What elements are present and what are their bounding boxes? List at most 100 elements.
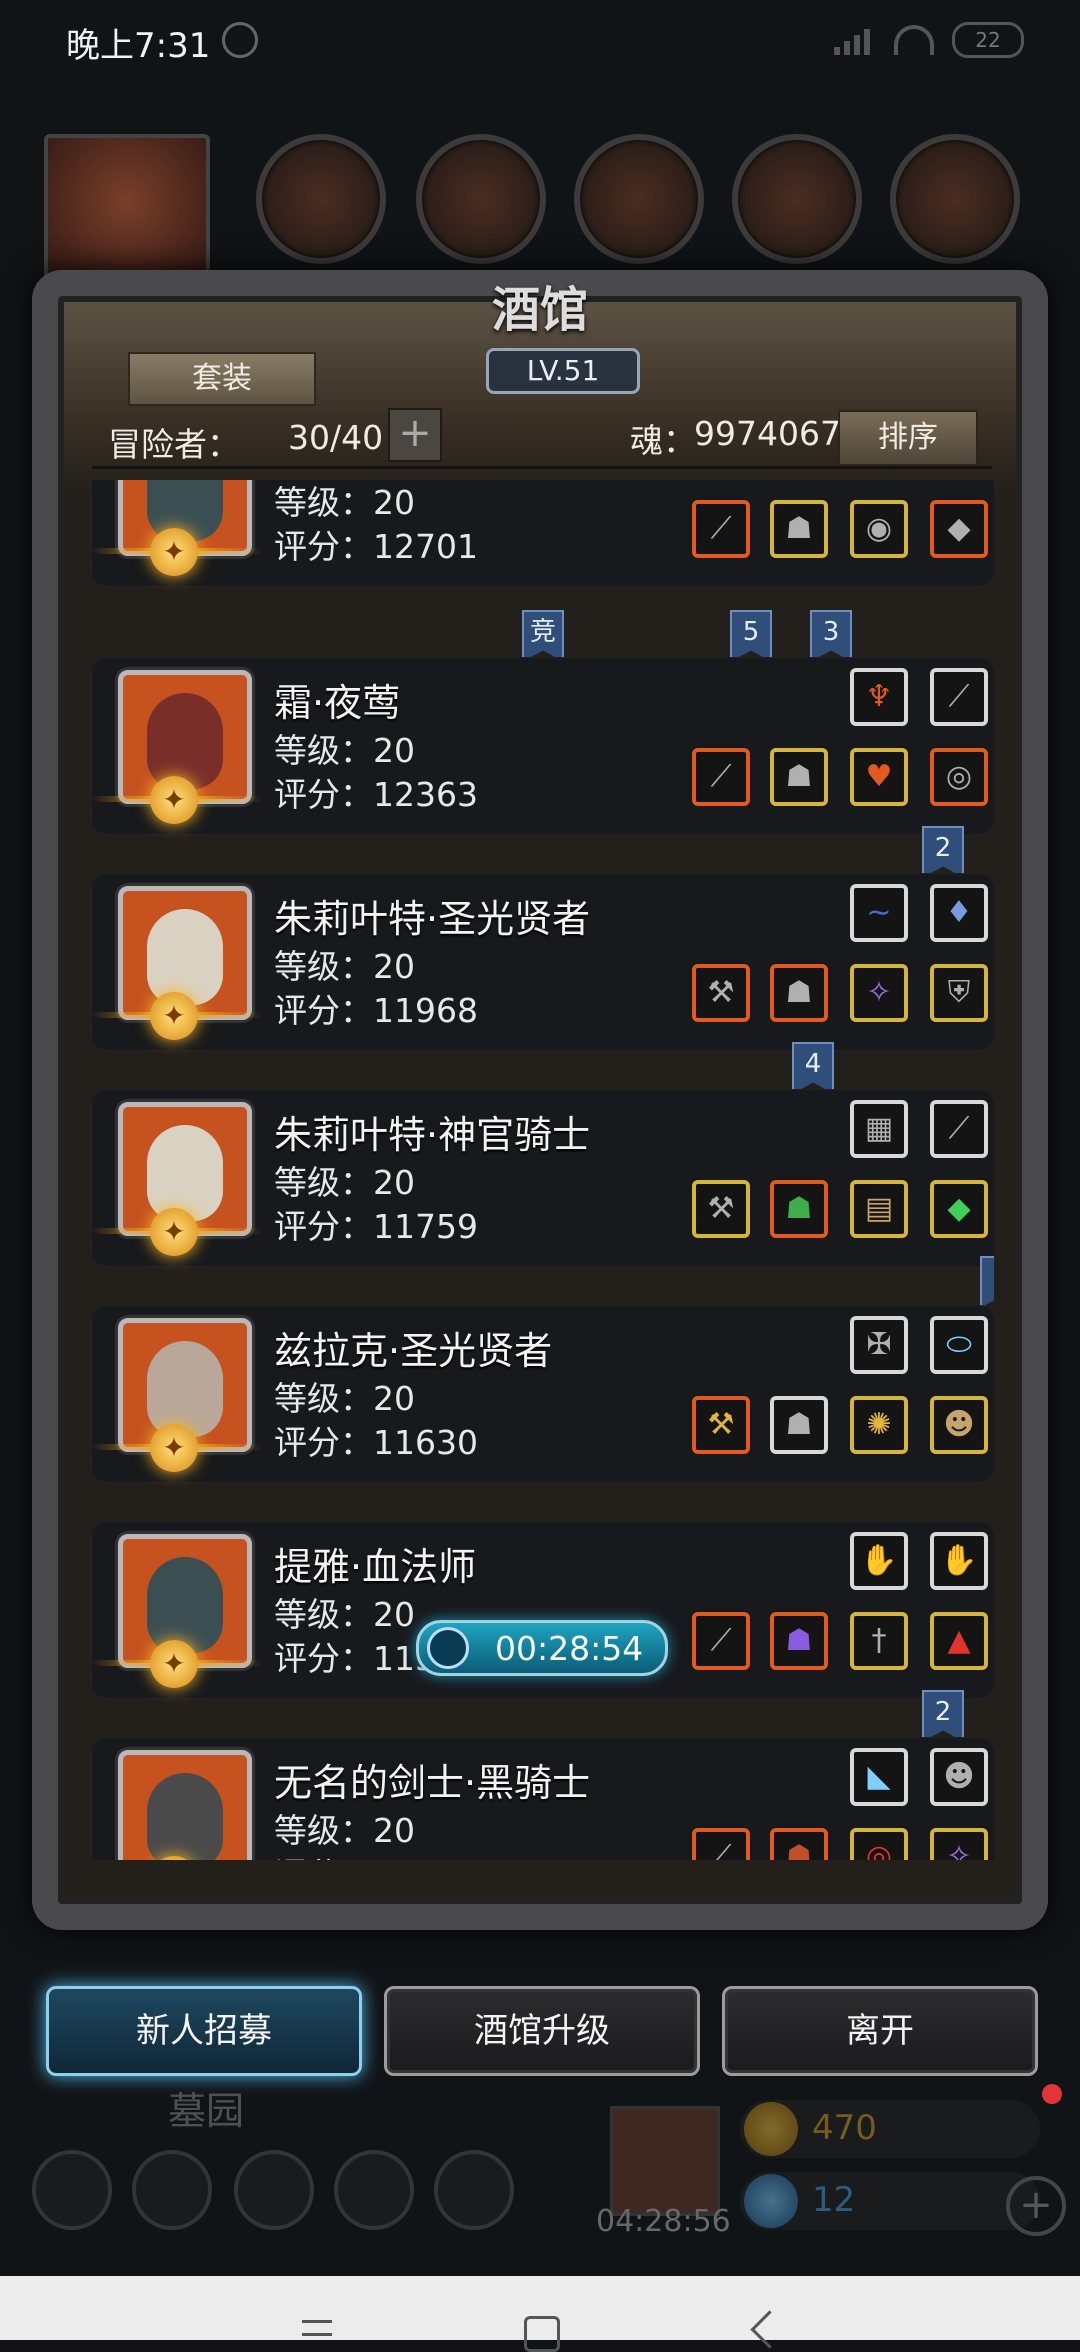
feather-slot-icon[interactable]: ⟋ [930,1100,988,1158]
hero-avatar [118,1750,252,1860]
gauntlet-slot-icon[interactable]: ▦ [850,1100,908,1158]
emerald-slot-icon[interactable]: ◆ [930,1180,988,1238]
spear-slot-icon[interactable]: ⟋ [692,748,750,806]
mask-slot-icon[interactable]: ☻ [930,1396,988,1454]
hammer-slot-icon[interactable]: ⚒ [692,1180,750,1238]
iron-resource-icon[interactable] [574,134,704,264]
set-count-tag: 4 [792,1042,834,1094]
ring-slot-icon[interactable]: ◎ [850,1828,908,1860]
alarm-icon [222,22,258,58]
helm-slot-icon[interactable]: ⛨ [930,964,988,1022]
ring-slot-icon[interactable]: ◎ [930,748,988,806]
leave-button[interactable]: 离开 [722,1986,1038,2076]
armor-slot-icon[interactable]: ☗ [770,748,828,806]
hero-card[interactable]: ✦ 等级：20 评分：12701 ⟋ ☗ ◉ ◆ [92,480,994,586]
suit-button[interactable]: 套装 [128,352,316,406]
status-icons: 22 [834,22,1024,58]
meat-resource-icon[interactable] [256,134,386,264]
inventory-icon[interactable] [434,2150,514,2230]
crest-slot-icon[interactable]: ♆ [850,668,908,726]
amulet-slot-icon[interactable]: ✧ [930,1828,988,1860]
orb-slot-icon[interactable]: ◉ [850,500,908,558]
recruit-button[interactable]: 新人招募 [46,1986,362,2076]
dagger-slot-icon[interactable]: ⟋ [930,668,988,726]
robe-slot-icon[interactable]: ☗ [770,500,828,558]
emblem-slot-icon[interactable]: ✠ [850,1316,908,1374]
rank-star-icon: ✦ [150,776,198,824]
hero-name: 兹拉克·圣光贤者 [274,1329,553,1373]
charm-slot-icon[interactable]: ✧ [850,964,908,1022]
glove-slot-icon[interactable]: ✋ [930,1532,988,1590]
hero-level: 等级：20 [274,731,415,770]
settings-icon[interactable] [32,2150,112,2230]
stone-resource-icon[interactable] [890,134,1020,264]
staff-slot-icon[interactable]: ⟋ [692,500,750,558]
scroll-slot-icon[interactable]: ▤ [850,1180,908,1238]
crystal-slot-icon[interactable]: ⬭ [930,1316,988,1374]
glove-slot-icon[interactable]: ✋ [850,1532,908,1590]
necklace-slot-icon[interactable]: ♥ [850,748,908,806]
home-icon[interactable] [524,2316,560,2352]
rank-star-icon: ✦ [150,1208,198,1256]
hero-score: 评分：12701 [274,527,478,566]
boots-slot-icon[interactable]: ◣ [850,1748,908,1806]
gem-slot-icon[interactable]: ◆ [930,500,988,558]
status-bar: 晚上7:31 22 [0,0,1080,80]
adventurer-label: 冒险者： [108,425,240,464]
menu-icon[interactable] [302,2320,332,2336]
armor-slot-icon[interactable]: ☗ [770,1612,828,1670]
hero-name: 提雅·血法师 [274,1545,477,1589]
medallion-slot-icon[interactable]: ✺ [850,1396,908,1454]
wifi-icon [894,25,934,55]
hero-card[interactable]: ✦ 无名的剑士·黑骑士 等级：20 评分：11313 ◣ ☻ ⟋ ☗ ◎ ✧ [92,1738,994,1860]
rank-star-icon: ✦ [150,992,198,1040]
crystal-resource-icon[interactable] [732,134,862,264]
cape-slot-icon[interactable]: ▲ [930,1612,988,1670]
back-icon[interactable] [750,2310,789,2349]
mask-slot-icon[interactable]: ☻ [930,1748,988,1806]
timer-text: 00:28:54 [495,1629,644,1668]
wood-resource-icon[interactable] [416,134,546,264]
chest-slot-icon[interactable]: ☗ [770,1828,828,1860]
hero-card[interactable]: ✦ 霜·夜莺 等级：20 评分：12363 ♆ ⟋ ⟋ ☗ ♥ ◎ [92,658,994,834]
gift-timer: 04:28:56 [596,2204,731,2239]
hero-card[interactable]: ✦ 朱莉叶特·神官骑士 等级：20 评分：11759 ▦ ⟋ ⚒ ☗ ▤ ◆ [92,1090,994,1266]
add-currency-icon[interactable]: + [1006,2176,1066,2236]
gift-box-icon[interactable] [610,2106,720,2216]
set-count-tag: 3 [810,610,852,662]
add-slot-button[interactable]: + [388,408,442,462]
hero-score: 评分：11630 [274,1423,478,1462]
hero-level: 等级：20 [274,1811,415,1850]
staff-slot-icon[interactable]: ⟋ [692,1612,750,1670]
adventurer-count: 30/40 [288,418,384,457]
background-game-ui: 墓园 04:28:56 470 12 + [0,2080,1080,2270]
panel-title: 酒馆 [491,282,588,338]
hammer-slot-icon[interactable]: ⚒ [692,1396,750,1454]
hero-card[interactable]: ✦ 朱莉叶特·圣光贤者 等级：20 评分：11968 ∼ ♦ ⚒ ☗ ✧ ⛨ [92,874,994,1050]
amulet-slot-icon[interactable]: ♦ [930,884,988,942]
divider [92,466,992,469]
achievement-icon[interactable] [132,2150,212,2230]
quest-icon[interactable] [234,2150,314,2230]
gold-value: 470 [812,2108,877,2148]
tavern-panel: 酒馆 LV.51 套装 冒险者： 30/40 + 魂： 9974067 排序 ✦… [32,270,1048,1930]
whip-slot-icon[interactable]: ∼ [850,884,908,942]
hero-level: 等级：20 [274,1595,415,1634]
soul-label: 魂： [630,421,696,460]
system-nav-bar [0,2276,1080,2352]
hero-score: 评分：11313 [274,1848,478,1860]
gem-counter: 12 [740,2172,1040,2230]
sword-slot-icon[interactable]: ⟋ [692,1828,750,1860]
mail-icon[interactable] [334,2150,414,2230]
chest-slot-icon[interactable]: ☗ [770,964,828,1022]
hero-name: 朱莉叶特·神官骑士 [274,1113,591,1157]
signal-icon [834,25,876,55]
mace-slot-icon[interactable]: ⚒ [692,964,750,1022]
chest-slot-icon[interactable]: ☗ [770,1180,828,1238]
chest-slot-icon[interactable]: ☗ [770,1396,828,1454]
hero-card[interactable]: ✦ 兹拉克·圣光贤者 等级：20 评分：11630 ✠ ⬭ ⚒ ☗ ✺ ☻ [92,1306,994,1482]
upgrade-tavern-button[interactable]: 酒馆升级 [384,1986,700,2076]
location-label: 墓园 [168,2089,245,2133]
sword-charm-slot-icon[interactable]: † [850,1612,908,1670]
sort-button[interactable]: 排序 [838,410,978,466]
